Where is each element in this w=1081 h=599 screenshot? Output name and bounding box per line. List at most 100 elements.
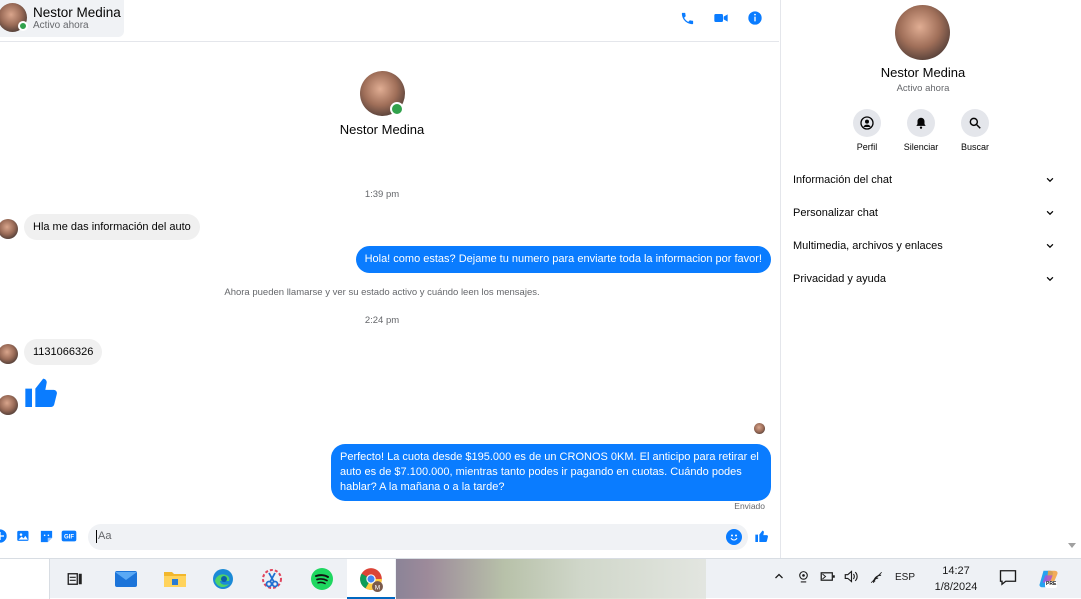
- info-icon: [748, 11, 762, 25]
- section-privacy-help[interactable]: Privacidad y ayuda: [793, 273, 1055, 285]
- chevron-down-icon: [1046, 243, 1054, 249]
- search-button[interactable]: Buscar: [945, 109, 1005, 152]
- taskbar-chrome[interactable]: M: [357, 565, 385, 593]
- smiley-icon: [730, 534, 738, 541]
- side-panel-avatar[interactable]: [895, 5, 950, 60]
- scroll-down-arrow[interactable]: [1068, 543, 1076, 548]
- task-view-icon: [67, 573, 82, 585]
- copilot-button[interactable]: PRE: [1038, 568, 1060, 590]
- header-contact[interactable]: Nestor Medina Activo ahora: [0, 0, 124, 37]
- system-notice: Ahora pueden llamarse y ver su estado ac…: [224, 287, 540, 298]
- avatar: [0, 395, 18, 415]
- taskbar-file-explorer[interactable]: [161, 565, 189, 593]
- tray-network[interactable]: [870, 571, 884, 587]
- plus-circle-icon: [0, 529, 7, 543]
- section-chat-info[interactable]: Información del chat: [793, 174, 1055, 186]
- outgoing-message[interactable]: Hola! como estas? Dejame tu numero para …: [355, 246, 771, 273]
- battery-icon: [820, 572, 835, 581]
- profile-button[interactable]: Perfil: [837, 109, 897, 152]
- search-label: Buscar: [960, 142, 989, 152]
- side-panel-name: Nestor Medina: [880, 65, 966, 80]
- gif-icon: GIF: [61, 530, 77, 542]
- chat-details-panel: Nestor Medina Activo ahora Perfil Silenc…: [780, 0, 1064, 558]
- mute-button[interactable]: Silenciar: [891, 109, 951, 152]
- search-icon: [969, 117, 981, 129]
- section-media-files[interactable]: Multimedia, archivos y enlaces: [793, 240, 1055, 252]
- chat-info-button[interactable]: [745, 8, 765, 28]
- message-line: Perfecto! La cuota desde $195.000 es de …: [340, 451, 759, 463]
- tray-battery[interactable]: [820, 570, 836, 586]
- folder-icon: [164, 572, 186, 587]
- sticker-button[interactable]: [38, 528, 54, 544]
- thumbs-up-message[interactable]: [22, 372, 62, 417]
- outgoing-message[interactable]: Perfecto! La cuota desde $195.000 es de …: [331, 444, 771, 501]
- message-composer: GIF Aa: [0, 516, 779, 558]
- tray-volume[interactable]: [844, 570, 859, 586]
- phone-icon: [681, 12, 693, 24]
- page-scrollbar[interactable]: [1064, 0, 1081, 558]
- thumbs-up-icon: [25, 378, 57, 407]
- chat-bubble-icon: [999, 570, 1017, 586]
- bell-icon: [916, 117, 926, 129]
- chrome-browser-icon: M: [360, 568, 383, 592]
- edge-browser-icon: [213, 569, 233, 589]
- gif-button[interactable]: GIF: [61, 528, 77, 544]
- message-input[interactable]: Aa: [88, 524, 748, 550]
- more-actions-button[interactable]: [0, 528, 8, 544]
- sticker-icon: [40, 530, 52, 542]
- online-indicator: [390, 102, 404, 116]
- header-contact-name: Nestor Medina: [33, 5, 121, 20]
- section-label: Personalizar chat: [793, 207, 878, 219]
- chat-header: Nestor Medina Activo ahora: [0, 0, 779, 42]
- message-timestamp: 1:39 pm: [364, 189, 400, 200]
- clock-time: 14:27: [942, 565, 970, 577]
- profile-label: Perfil: [856, 142, 878, 152]
- section-label: Información del chat: [793, 174, 893, 186]
- profile-name: Nestor Medina: [339, 122, 425, 137]
- thumbs-up-icon: [755, 530, 768, 542]
- seen-indicator-avatar: [754, 423, 765, 434]
- tray-language[interactable]: ESP: [895, 572, 915, 583]
- side-panel-status: Activo ahora: [896, 83, 950, 94]
- video-camera-icon: [714, 14, 728, 22]
- scissors-icon: [262, 569, 282, 589]
- taskbar-mail[interactable]: [112, 565, 140, 593]
- chevron-up-icon: [775, 573, 783, 579]
- taskbar-clock[interactable]: 14:27 1/8/2024: [924, 563, 988, 595]
- image-icon: [16, 530, 28, 541]
- avatar: [0, 219, 18, 239]
- call-button[interactable]: [677, 8, 697, 28]
- webcam-icon: [799, 571, 808, 583]
- windows-taskbar: M ESP 14:27 1/8/2024 PRE: [0, 558, 1081, 599]
- notifications-button[interactable]: [999, 569, 1017, 589]
- user-circle-icon: [860, 116, 874, 130]
- messenger-app: Nestor Medina Activo ahora Nestor Medina…: [0, 0, 1081, 558]
- tray-meet-now[interactable]: [797, 570, 810, 586]
- video-call-button[interactable]: [711, 8, 731, 28]
- mail-icon: [115, 571, 137, 587]
- taskbar-edge[interactable]: [209, 565, 237, 593]
- show-hidden-icons-button[interactable]: [773, 570, 785, 585]
- taskbar-spotify[interactable]: [308, 565, 336, 593]
- copilot-preview-badge: PRE: [1045, 581, 1058, 588]
- send-like-button[interactable]: [754, 528, 770, 544]
- section-customize-chat[interactable]: Personalizar chat: [793, 207, 1055, 219]
- sent-status: Enviado: [734, 501, 765, 511]
- incoming-message[interactable]: 1131066326: [24, 339, 103, 365]
- message-timestamp: 2:24 pm: [364, 315, 400, 326]
- emoji-button[interactable]: [726, 529, 742, 545]
- taskbar-wallpaper-preview: [396, 559, 706, 599]
- attach-photo-button[interactable]: [15, 528, 31, 544]
- chevron-down-icon: [1046, 177, 1054, 183]
- section-label: Multimedia, archivos y enlaces: [793, 240, 943, 252]
- message-line: hablar? A la mañana o a la tarde?: [340, 481, 505, 493]
- svg-text:M: M: [375, 584, 380, 591]
- online-indicator: [18, 21, 28, 31]
- message-input-placeholder: Aa: [96, 530, 112, 543]
- incoming-message[interactable]: Hla me das información del auto: [24, 214, 200, 240]
- task-view-button[interactable]: [61, 565, 89, 593]
- chevron-down-icon: [1046, 276, 1054, 282]
- taskbar-search-box[interactable]: [0, 559, 50, 599]
- header-contact-status: Activo ahora: [33, 20, 89, 31]
- taskbar-snipping-tool[interactable]: [258, 565, 286, 593]
